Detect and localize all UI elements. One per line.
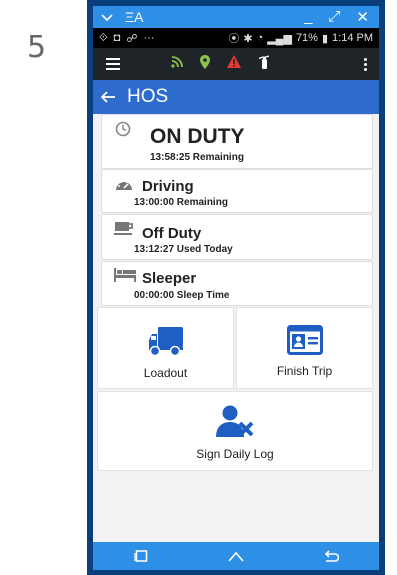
status-icon-3: ☍ (126, 32, 138, 45)
status-icon-1: ⟐ (99, 31, 108, 44)
phone-frame: ΞA _ ⤢ ✕ ⟐ ◘ ☍ ··· ⦿ ✱ ◔ ▂▄▆ 71% ▮ 1:14 … (87, 0, 385, 575)
window-title-glyph: ΞA (125, 9, 144, 25)
sign-daily-log-label: Sign Daily Log (196, 447, 274, 461)
hamburger-icon (106, 58, 120, 70)
minimize-button[interactable]: _ (304, 8, 312, 26)
status-time: 1:14 PM (332, 32, 373, 44)
hamburger-menu-button[interactable] (93, 58, 133, 70)
coffee-cup-icon (114, 221, 134, 242)
signal-icon: ▂▄▆ (267, 32, 292, 45)
back-arrow-icon[interactable] (93, 86, 123, 109)
status-card-sleeper[interactable]: Sleeper 00:00:00 Sleep Time (101, 261, 373, 306)
rss-icon[interactable] (171, 55, 183, 73)
back-icon (325, 550, 340, 562)
step-number: 5 (27, 30, 47, 65)
app-header: HOS (93, 80, 379, 114)
status-sub: 13:00:00 Remaining (134, 197, 228, 208)
android-status-bar: ⟐ ◘ ☍ ··· ⦿ ✱ ◔ ▂▄▆ 71% ▮ 1:14 PM (93, 28, 379, 48)
overflow-menu-button[interactable] (351, 57, 379, 71)
back-button[interactable] (311, 545, 351, 567)
sign-daily-log-button[interactable]: Sign Daily Log (97, 391, 373, 471)
id-card-icon (286, 325, 323, 360)
status-icon-2: ◘ (113, 31, 121, 44)
speedometer-icon (114, 176, 134, 197)
more-vert-icon (363, 57, 367, 71)
wifi-icon: ◔ (256, 32, 264, 44)
battery-percent: 71% (295, 32, 318, 44)
status-card-on-duty[interactable]: ON DUTY 13:58:25 Remaining (101, 114, 373, 169)
status-label: Driving (142, 178, 194, 195)
recent-apps-button[interactable] (121, 545, 161, 567)
loadout-label: Loadout (143, 366, 188, 380)
bluetooth-icon: ✱ (243, 32, 253, 45)
location-status-icon: ⦿ (228, 33, 240, 45)
hos-content: ON DUTY 13:58:25 Remaining Driving 13:00… (93, 114, 379, 542)
close-button[interactable]: ✕ (356, 8, 369, 26)
truck-icon (148, 325, 184, 362)
home-icon (228, 551, 244, 562)
status-label: Sleeper (142, 270, 197, 287)
status-card-off-duty[interactable]: Off Duty 13:12:27 Used Today (101, 214, 373, 260)
restore-button[interactable]: ⤢ (328, 8, 340, 26)
finish-trip-label: Finish Trip (276, 364, 333, 378)
page-title: HOS (127, 86, 169, 107)
window-title-bar: ΞA _ ⤢ ✕ (93, 6, 379, 28)
status-card-driving[interactable]: Driving 13:00:00 Remaining (101, 169, 373, 213)
status-icon-more: ··· (143, 31, 155, 44)
status-sub: 13:12:27 Used Today (134, 244, 233, 255)
status-label: Off Duty (142, 225, 202, 242)
clock-icon (115, 121, 131, 142)
bed-icon (114, 268, 136, 287)
loadout-button[interactable]: Loadout (97, 307, 234, 389)
status-sub: 13:58:25 Remaining (150, 152, 244, 163)
finish-trip-button[interactable]: Finish Trip (236, 307, 373, 389)
user-remove-icon (215, 404, 255, 443)
battery-icon: ▮ (321, 32, 329, 45)
chevron-down-icon[interactable] (101, 9, 113, 25)
home-button[interactable] (216, 545, 256, 567)
warning-icon[interactable] (227, 55, 241, 73)
status-sub: 00:00:00 Sleep Time (134, 290, 230, 301)
app-toolbar (93, 48, 379, 80)
fire-extinguisher-icon[interactable] (258, 54, 270, 74)
recent-apps-icon (134, 550, 147, 562)
status-label: ON DUTY (150, 125, 245, 148)
android-nav-bar (93, 542, 379, 570)
location-icon[interactable] (200, 54, 210, 74)
